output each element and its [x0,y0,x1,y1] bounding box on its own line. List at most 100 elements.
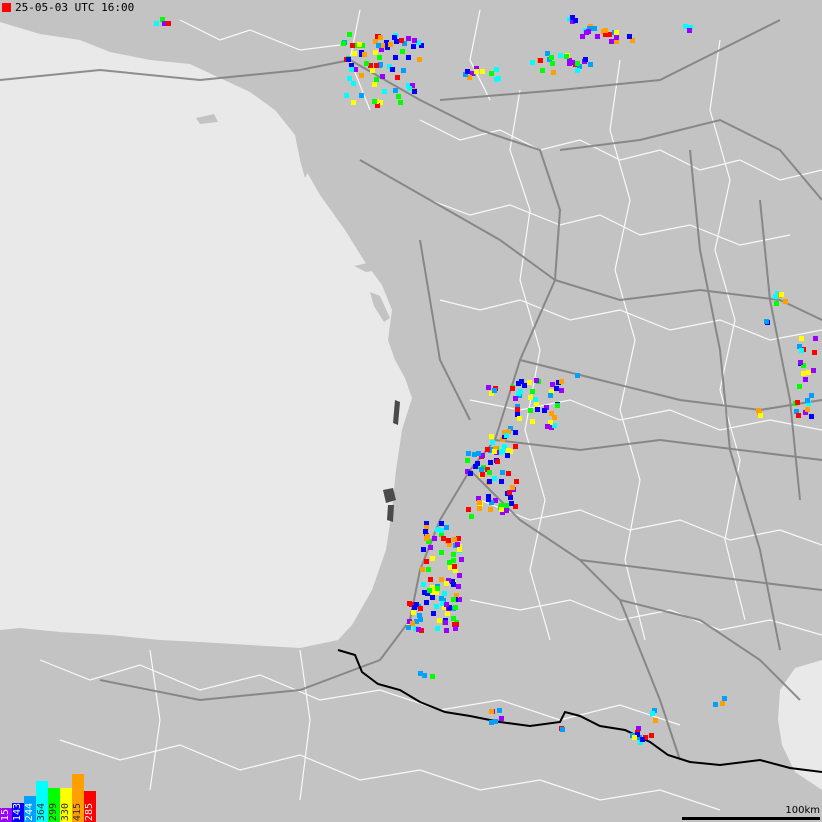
lightning-strike [154,21,159,26]
legend-value: 285 [84,802,95,821]
lightning-strike [477,500,482,505]
lightning-strike [373,50,378,55]
lightning-strike [509,501,514,506]
lightning-strike [495,459,500,464]
lightning-strike [430,595,435,600]
lightning-strike [412,89,417,94]
lightning-strike [609,39,614,44]
lightning-strike [465,458,470,463]
lightning-strike [476,451,481,456]
lightning-strike [487,470,492,475]
lightning-strike [407,86,412,91]
lightning-strike [490,440,495,445]
lightning-strike [444,581,449,586]
lightning-strike [513,396,518,401]
legend-value: 299 [48,802,59,821]
lightning-strike [809,414,814,419]
lightning-strike [459,557,464,562]
lightning-strike [550,61,555,66]
lightning-strike [492,476,497,481]
legend-value: 415 [72,802,83,821]
lightning-strike [364,61,369,66]
lightning-strike [374,77,379,82]
lightning-strike [505,453,510,458]
lightning-strike [798,360,803,365]
lightning-strike [479,467,484,472]
lightning-strike [805,398,810,403]
lightning-strike [783,299,788,304]
lightning-strike [489,720,494,725]
lightning-strike [382,89,387,94]
lightning-strike [559,379,564,384]
lightning-strike [428,577,433,582]
lightning-strike [632,735,637,740]
lightning-strike [341,41,346,46]
lightning-strike [349,67,354,72]
lightning-strike [517,416,522,421]
lightning-strike [424,600,429,605]
lightning-strike [447,560,452,565]
lightning-strike [417,57,422,62]
lightning-strike [809,393,814,398]
lightning-strike [344,93,349,98]
lightning-strike [555,403,560,408]
lightning-strike [390,67,395,72]
lightning-strike [346,57,351,62]
lightning-strike [489,434,494,439]
lightning-strike [452,564,457,569]
lightning-strike [516,391,521,396]
lightning-strike [774,301,779,306]
lightning-strike [508,495,513,500]
lightning-strike [477,506,482,511]
lightning-strike [388,42,393,47]
lightning-strike [466,507,471,512]
lightning-strike [806,370,811,375]
lightning-strike [401,68,406,73]
lightning-strike [359,93,364,98]
legend-value: 244 [24,802,35,821]
lightning-strike [549,55,554,60]
lightning-strike [434,604,439,609]
lightning-strike [469,514,474,519]
lightning-strike [347,32,352,37]
lightning-strike [416,627,421,632]
lake-cazaux [387,505,394,522]
lightning-strike [653,718,658,723]
legend-item: 330 [60,788,72,822]
lightning-strike [422,673,427,678]
lightning-strike [538,58,543,63]
lightning-strike [420,567,425,572]
lightning-strike [425,534,430,539]
lightning-strike [396,94,401,99]
lightning-strike [573,18,578,23]
lightning-strike [575,373,580,378]
lightning-strike [417,613,422,618]
lightning-strike [400,49,405,54]
lightning-strike [614,30,619,35]
lightning-strike [504,433,509,438]
lightning-strike [535,407,540,412]
lightning-strike [530,60,535,65]
lightning-strike [392,35,397,40]
lightning-strike [528,408,533,413]
lightning-strike [437,618,442,623]
lightning-strike [442,591,447,596]
lightning-strike [811,368,816,373]
lightning-strike [805,407,810,412]
lightning-strike [595,34,600,39]
lightning-strike [453,626,458,631]
lightning-strike [480,69,485,74]
lightning-strike [504,503,509,508]
lightning-strike [444,628,449,633]
scale-bar-label: 100km [785,805,820,816]
lightning-strike [427,588,432,593]
lightning-strike [457,573,462,578]
scale-bar-line [682,817,820,820]
lightning-strike [439,550,444,555]
lightning-strike [370,68,375,73]
lightning-strike [468,471,473,476]
lightning-strike [487,479,492,484]
map-header: 25-05-03 UTC 16:00 [0,0,134,15]
lightning-strike [455,542,460,547]
lightning-strike [534,378,539,383]
